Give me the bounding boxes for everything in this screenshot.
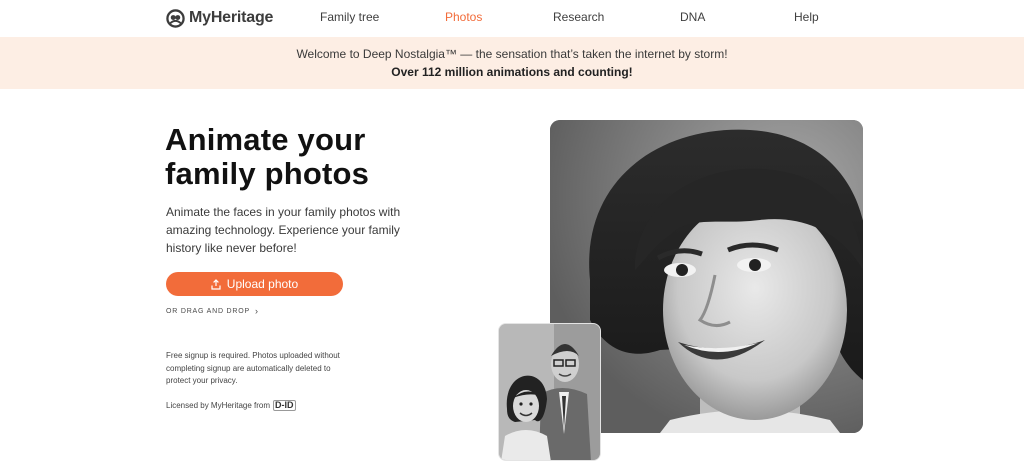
drag-and-drop-label: OR DRAG AND DROP <box>166 307 250 315</box>
upload-photo-button[interactable]: Upload photo <box>166 272 343 296</box>
upload-icon <box>211 278 221 290</box>
license-line: Licensed by MyHeritage from D-ID <box>166 400 296 411</box>
nav-family-tree[interactable]: Family tree <box>320 10 379 24</box>
d-id-logo[interactable]: D-ID <box>273 400 296 411</box>
logo-text: MyHeritage <box>189 9 274 26</box>
original-couple-photo <box>498 323 601 461</box>
nav-dna[interactable]: DNA <box>680 10 705 24</box>
myheritage-logo-icon <box>166 8 185 28</box>
nav-help[interactable]: Help <box>794 10 819 24</box>
upload-photo-label: Upload photo <box>226 277 299 291</box>
license-text: Licensed by MyHeritage from <box>166 401 271 410</box>
nav-photos[interactable]: Photos <box>445 10 482 24</box>
drag-and-drop-link[interactable]: OR DRAG AND DROP › <box>166 306 259 316</box>
myheritage-logo[interactable]: MyHeritage <box>166 7 273 29</box>
signup-privacy-notice: Free signup is required. Photos uploaded… <box>166 351 340 385</box>
nav-research[interactable]: Research <box>553 10 604 24</box>
page-title: Animate your family photos <box>165 122 370 191</box>
chevron-right-icon: › <box>254 306 259 316</box>
couple-illustration <box>499 324 600 460</box>
announcement-banner: Welcome to Deep Nostalgia™ — the sensati… <box>0 37 1024 89</box>
top-navigation: MyHeritage Family tree Photos Research D… <box>0 0 1024 37</box>
hero-description: Animate the faces in your family photos … <box>166 205 401 255</box>
banner-animation-count: Over 112 million animations and counting… <box>391 65 633 79</box>
banner-welcome-text: Welcome to Deep Nostalgia™ — the sensati… <box>296 47 728 61</box>
